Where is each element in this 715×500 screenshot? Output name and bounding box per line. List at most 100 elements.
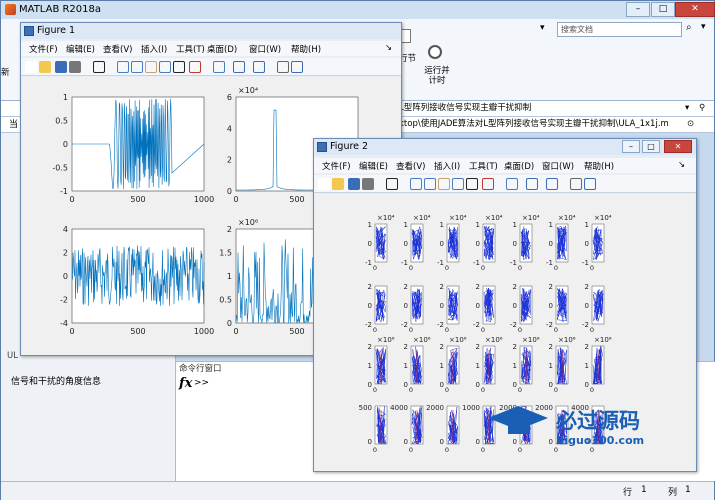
figure2-menu-2[interactable]: 查看(V): [396, 160, 425, 172]
figure2-menu-5[interactable]: 桌面(D): [504, 160, 534, 172]
figure1-menu-6[interactable]: 窗口(W): [249, 43, 281, 55]
figure2-menu-7[interactable]: 帮助(H): [584, 160, 614, 172]
hide-tools-icon[interactable]: [277, 61, 289, 73]
figure2-xtick: 0: [590, 264, 594, 272]
colorbar-icon[interactable]: [526, 178, 538, 190]
zoom-in-icon[interactable]: [410, 178, 422, 190]
search-documentation-input[interactable]: 搜索文档: [557, 22, 682, 37]
minimize-button[interactable]: –: [626, 2, 650, 17]
save-icon[interactable]: [55, 61, 67, 73]
pan-icon[interactable]: [145, 61, 157, 73]
data-cursor-icon[interactable]: [466, 178, 478, 190]
figure1-xtick: 0: [233, 327, 238, 336]
print-icon[interactable]: [69, 61, 81, 73]
expand-arrow-icon[interactable]: ▾: [701, 22, 713, 37]
watermark-logo: 必过源码 Biguo100.com: [478, 392, 678, 452]
open-icon[interactable]: [332, 178, 344, 190]
figure2-ytick: 1: [440, 362, 444, 370]
figure1-ytick: 0: [63, 272, 68, 281]
fx-icon[interactable]: fx: [179, 376, 192, 391]
figure2-ytick: 1: [440, 221, 444, 229]
pointer-icon[interactable]: [93, 61, 105, 73]
data-cursor-icon[interactable]: [173, 61, 185, 73]
figure2-ytick: 0: [585, 302, 589, 310]
figure2-exponent: ×10⁶: [522, 336, 540, 344]
figure1-ytick: -4: [60, 319, 68, 328]
address-options-icon[interactable]: ⊙: [687, 117, 694, 132]
legend-icon[interactable]: [546, 178, 558, 190]
link-icon[interactable]: [506, 178, 518, 190]
figure2-menu-0[interactable]: 文件(F): [322, 160, 351, 172]
new-figure-icon[interactable]: [318, 178, 330, 190]
figure2-title: Figure 2: [330, 141, 369, 152]
figure2-xtick: 0: [373, 264, 377, 272]
figure2-exponent: ×10⁴: [558, 214, 576, 222]
figure2-menu-6[interactable]: 窗口(W): [542, 160, 574, 172]
figure1-ytick: 1.5: [219, 249, 232, 258]
show-tools-icon[interactable]: [291, 61, 303, 73]
zoom-out-icon[interactable]: [131, 61, 143, 73]
figure2-ytick: 0: [585, 240, 589, 248]
figure2-menu-1[interactable]: 编辑(E): [359, 160, 388, 172]
figure2-xtick: 0: [373, 446, 377, 454]
figure1-menu-7[interactable]: 帮助(H): [291, 43, 321, 55]
dock-icon[interactable]: ↘: [678, 160, 685, 170]
show-tools-icon[interactable]: [584, 178, 596, 190]
figure2-ytick: -1: [473, 259, 480, 267]
maximize-button[interactable]: □: [651, 2, 675, 17]
figure1-menu-2[interactable]: 查看(V): [103, 43, 132, 55]
figure1-ytick: 0: [227, 187, 232, 196]
legend-icon[interactable]: [253, 61, 265, 73]
path-dropdown-icon[interactable]: ▾: [685, 101, 689, 116]
figure2-ytick: 0: [585, 381, 589, 389]
left-pane-truncated: 当: [9, 120, 19, 130]
rotate-icon[interactable]: [452, 178, 464, 190]
figure1-ytick: -0.5: [52, 164, 68, 173]
figure2-menu-3[interactable]: 插入(I): [434, 160, 460, 172]
figure1-menu-3[interactable]: 插入(I): [141, 43, 167, 55]
figure2-ytick: 0: [404, 381, 408, 389]
pointer-icon[interactable]: [386, 178, 398, 190]
figure1-menu-5[interactable]: 桌面(D): [207, 43, 237, 55]
search-icon[interactable]: ⌕: [686, 22, 698, 37]
figure1-menu-4[interactable]: 工具(T): [176, 43, 205, 55]
figure2-ytick: -1: [365, 259, 372, 267]
figure1-menu-0[interactable]: 文件(F): [29, 43, 58, 55]
brush-icon[interactable]: [189, 61, 201, 73]
figure2-close-button[interactable]: ✕: [664, 140, 692, 153]
pan-icon[interactable]: [438, 178, 450, 190]
hide-tools-icon[interactable]: [570, 178, 582, 190]
open-icon[interactable]: [39, 61, 51, 73]
figure2-maximize-button[interactable]: □: [642, 140, 660, 153]
brush-icon[interactable]: [482, 178, 494, 190]
figure1-exponent: ×10⁶: [238, 218, 258, 227]
figure2-minimize-button[interactable]: –: [622, 140, 640, 153]
figure1-menu-1[interactable]: 编辑(E): [66, 43, 95, 55]
print-icon[interactable]: [362, 178, 374, 190]
link-icon[interactable]: [213, 61, 225, 73]
zoom-out-icon[interactable]: [424, 178, 436, 190]
figure2-ytick: 0: [476, 302, 480, 310]
figure1-xtick: 0: [69, 195, 74, 204]
close-button[interactable]: ✕: [675, 2, 715, 17]
figure2-ytick: 0: [368, 302, 372, 310]
path-browse-icon[interactable]: ⚲: [699, 101, 705, 116]
new-figure-icon[interactable]: [25, 61, 37, 73]
run-and-time-label[interactable]: 运行并 计时: [420, 66, 454, 86]
rotate-icon[interactable]: [159, 61, 171, 73]
figure2-menu-4[interactable]: 工具(T): [469, 160, 498, 172]
figure2-ytick: 2: [585, 343, 589, 351]
run-and-time-icon[interactable]: [428, 45, 442, 59]
figure1-ytick: 0.5: [219, 296, 232, 305]
zoom-in-icon[interactable]: [117, 61, 129, 73]
figure1-ytick: 0.5: [55, 117, 68, 126]
save-icon[interactable]: [348, 178, 360, 190]
figure1-ytick: 2: [227, 156, 232, 165]
figure2-ytick: 2: [549, 283, 553, 291]
command-prompt[interactable]: >>: [194, 378, 209, 388]
figure2-ytick: 0: [440, 302, 444, 310]
quick-toolbar-icon[interactable]: ▾: [540, 23, 554, 35]
dock-icon[interactable]: ↘: [385, 43, 392, 53]
colorbar-icon[interactable]: [233, 61, 245, 73]
figure2-xtick: 0: [445, 386, 449, 394]
